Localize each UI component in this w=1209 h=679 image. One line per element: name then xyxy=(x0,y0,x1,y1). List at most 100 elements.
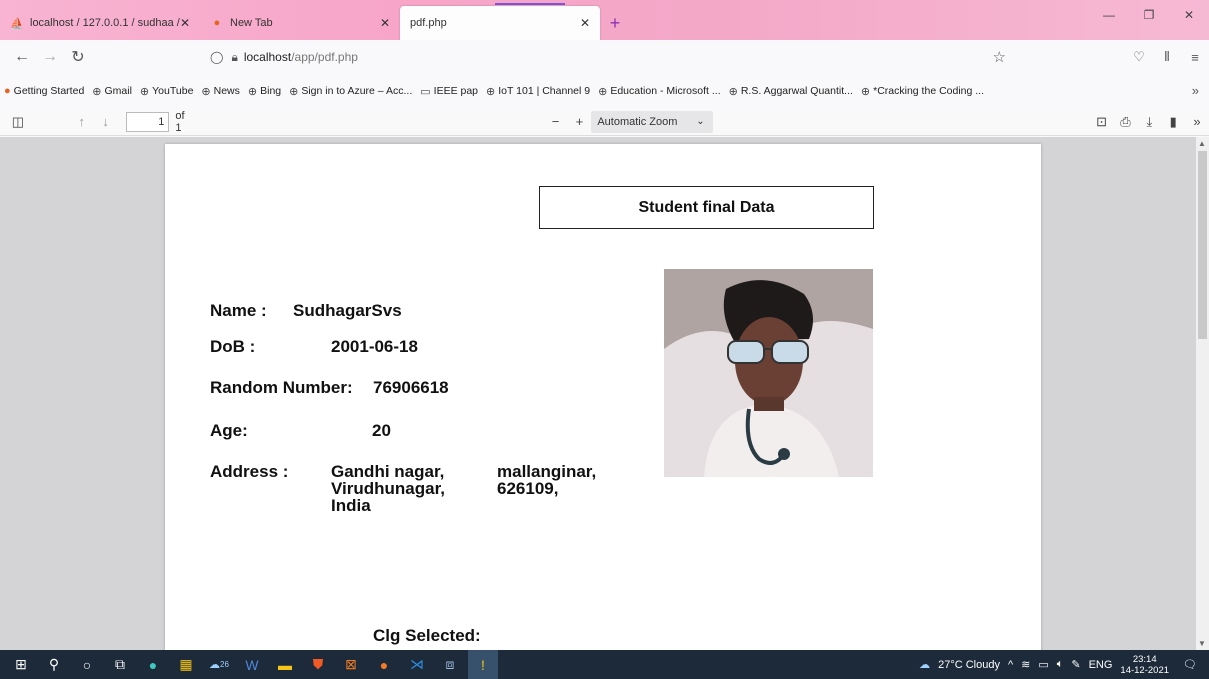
globe-icon: ⊕ xyxy=(728,85,738,98)
scrollbar-thumb[interactable] xyxy=(1198,151,1207,339)
bookmark-azure[interactable]: ⊕ Sign in to Azure – Acc... xyxy=(289,85,412,98)
bookmark-rs-aggarwal[interactable]: ⊕ R.S. Aggarwal Quantit... xyxy=(729,85,853,98)
save-icon[interactable]: ⤓ xyxy=(1137,110,1161,134)
close-icon[interactable]: ✕ xyxy=(380,16,390,30)
reload-icon[interactable]: ↻ xyxy=(64,43,92,71)
bookmark-news[interactable]: ⊕ News xyxy=(201,85,239,98)
chevron-right-icon[interactable]: » xyxy=(1192,83,1199,98)
bookmark-label: IEEE pap xyxy=(433,85,479,97)
store-icon[interactable]: ▦ xyxy=(171,650,201,679)
bookmark-education[interactable]: ⊕ Education - Microsoft ... xyxy=(598,85,721,98)
url-bar[interactable]: ◯ 🔒︎ localhost /app/pdf.php ☆ xyxy=(200,44,1014,70)
name-label: Name : xyxy=(210,301,267,320)
name-value: SudhagarSvs xyxy=(293,301,402,320)
minimize-icon[interactable]: — xyxy=(1089,0,1129,30)
sidebar-toggle-icon[interactable]: ◫ xyxy=(6,110,30,134)
bookmark-bing[interactable]: ⊕ Bing xyxy=(248,85,281,98)
pen-icon[interactable]: ✎ xyxy=(1071,658,1080,671)
clock[interactable]: 23:14 14-12-2021 xyxy=(1120,654,1169,676)
speaker-icon[interactable]: 🔈︎ xyxy=(1057,658,1064,671)
folder-icon: ▭ xyxy=(420,85,431,98)
globe-icon: ⊕ xyxy=(139,85,150,98)
pdf-toolbar: ◫ ↑ ↓ 1 of 1 − + Automatic Zoom ⌄ ⊡ ⎙ ⤓ … xyxy=(0,108,1209,136)
bookmark-icon[interactable]: ▮ xyxy=(1161,110,1185,134)
badge: 26 xyxy=(220,660,229,669)
age-value: 20 xyxy=(372,421,391,440)
firefox-icon[interactable]: ● xyxy=(369,650,399,679)
bookmark-getting-started[interactable]: ● Getting Started xyxy=(4,85,84,97)
document-title: Student final Data xyxy=(539,186,874,229)
notification-icon[interactable]: 🗨︎ xyxy=(1183,658,1197,671)
previous-page-icon[interactable]: ↑ xyxy=(70,110,94,134)
close-icon[interactable]: ✕ xyxy=(580,16,590,30)
tools-chevron-icon[interactable]: » xyxy=(1185,110,1209,134)
app-icon[interactable]: ! xyxy=(468,650,498,679)
cortana-icon[interactable]: ○ xyxy=(72,650,102,679)
bookmark-star-icon[interactable]: ☆ xyxy=(993,48,1006,66)
bookmark-iot[interactable]: ⊕ IoT 101 | Channel 9 xyxy=(486,85,590,98)
url-host: localhost xyxy=(243,50,292,64)
shield-icon[interactable]: ◯ xyxy=(210,50,223,64)
network-app-icon[interactable]: ⧈ xyxy=(435,650,465,679)
tab-new-tab[interactable]: ● New Tab ✕ xyxy=(200,6,400,40)
windows-start-icon[interactable]: ⊞ xyxy=(6,650,36,679)
search-icon[interactable]: ⚲ xyxy=(39,650,69,679)
globe-icon: ⊕ xyxy=(860,85,871,98)
nav-bar: ← → ↻ ◯ 🔒︎ localhost /app/pdf.php ☆ ♡ ⫴ … xyxy=(0,40,1209,74)
vscode-icon[interactable]: ⋊ xyxy=(402,650,432,679)
brave-icon[interactable]: ⛊ xyxy=(303,650,333,679)
print-icon[interactable]: ⎙ xyxy=(1114,110,1138,134)
zoom-out-icon[interactable]: − xyxy=(544,110,568,134)
file-explorer-icon[interactable]: ▬ xyxy=(270,650,300,679)
new-tab-button[interactable]: + xyxy=(600,6,630,40)
back-icon[interactable]: ← xyxy=(8,43,36,71)
globe-icon: ⊕ xyxy=(598,85,608,98)
windows-taskbar: ⊞ ⚲ ○ ⧉ ● ▦ ☁ 26 W ▬ ⛊ ⊠ ● ⋊ ⧈ ! ☁ 27°C C… xyxy=(0,650,1209,679)
system-tray: ☁ 27°C Cloudy ^ ≋ ▭ 🔈︎ ✎ ENG 23:14 14-12… xyxy=(919,650,1209,679)
forward-icon[interactable]: → xyxy=(36,43,64,71)
scroll-down-icon[interactable]: ▼ xyxy=(1198,639,1206,648)
language-text[interactable]: ENG xyxy=(1089,659,1113,671)
bookmark-gmail[interactable]: ⊕ Gmail xyxy=(92,85,132,98)
bookmark-youtube[interactable]: ⊕ YouTube xyxy=(140,85,193,98)
battery-icon[interactable]: ▭ xyxy=(1038,658,1048,671)
close-icon[interactable]: ✕ xyxy=(180,16,190,30)
bookmark-label: Sign in to Azure – Acc... xyxy=(301,85,413,97)
chevron-up-icon[interactable]: ^ xyxy=(1008,659,1013,671)
zoom-select[interactable]: Automatic Zoom ⌄ xyxy=(591,110,713,133)
url-path: /app/pdf.php xyxy=(291,50,358,64)
page-number-input[interactable]: 1 xyxy=(125,111,170,132)
lock-icon[interactable]: 🔒︎ xyxy=(231,50,237,65)
tab-pdf-php[interactable]: pdf.php ✕ xyxy=(400,3,600,40)
scroll-up-icon[interactable]: ▲ xyxy=(1198,139,1206,148)
library-icon[interactable]: ⫴ xyxy=(1153,43,1181,71)
bookmark-ieee[interactable]: ▭ IEEE pap xyxy=(420,85,478,98)
edge-icon[interactable]: ● xyxy=(138,650,168,679)
zoom-in-icon[interactable]: + xyxy=(567,110,591,134)
bookmark-label: YouTube xyxy=(152,85,194,97)
menu-icon[interactable]: ≡ xyxy=(1181,43,1209,71)
bookmark-label: Bing xyxy=(260,85,282,97)
vertical-scrollbar[interactable]: ▲ ▼ xyxy=(1196,137,1209,650)
random-number-label: Random Number: xyxy=(210,378,353,397)
xampp-icon[interactable]: ⊠ xyxy=(336,650,366,679)
pdf-page: Student final Data Name : SudhagarSvs Do… xyxy=(165,144,1041,650)
network-icon[interactable]: ≋ xyxy=(1021,658,1030,671)
presentation-icon[interactable]: ⊡ xyxy=(1090,110,1114,134)
bookmark-label: Gmail xyxy=(104,85,132,97)
bookmark-label: News xyxy=(213,85,240,97)
tab-phpmyadmin[interactable]: ⛵ localhost / 127.0.0.1 / sudhaa / ✕ xyxy=(0,6,200,40)
onedrive-icon[interactable]: ☁ 26 xyxy=(204,650,234,679)
window-controls: — ❐ ✕ xyxy=(1089,0,1209,30)
cloud-icon: ☁ xyxy=(919,659,931,671)
bookmark-cracking[interactable]: ⊕ *Cracking the Coding ... xyxy=(861,85,984,98)
task-view-icon[interactable]: ⧉ xyxy=(105,650,135,679)
next-page-icon[interactable]: ↓ xyxy=(94,110,118,134)
word-icon[interactable]: W xyxy=(237,650,267,679)
pocket-icon[interactable]: ♡ xyxy=(1125,43,1153,71)
maximize-icon[interactable]: ❐ xyxy=(1129,0,1169,30)
weather-text[interactable]: 27°C Cloudy xyxy=(938,659,1000,671)
photo-illustration xyxy=(664,269,873,477)
close-window-icon[interactable]: ✕ xyxy=(1169,0,1209,30)
zoom-value: Automatic Zoom xyxy=(597,115,678,128)
